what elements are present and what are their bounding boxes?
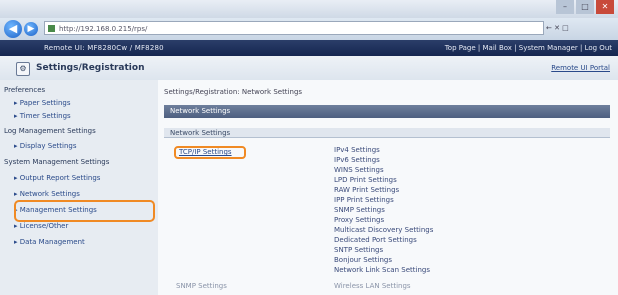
section-band: Network Settings <box>164 105 610 118</box>
proxy-settings-link[interactable]: Proxy Settings <box>334 216 534 225</box>
page-header: ⚙ Settings/Registration Remote UI Portal <box>0 56 618 81</box>
sidebar-item-network-settings[interactable]: ▸ Network Settings <box>14 188 172 200</box>
tcpip-settings-link[interactable]: TCP/IP Settings <box>174 146 246 159</box>
bonjour-settings-link[interactable]: Bonjour Settings <box>334 256 534 265</box>
raw-print-settings-link[interactable]: RAW Print Settings <box>334 186 534 195</box>
lpd-print-settings-link[interactable]: LPD Print Settings <box>334 176 534 185</box>
sidebar-heading-system-management: System Management Settings <box>4 158 110 166</box>
maximize-window-button[interactable]: □ <box>576 0 594 14</box>
page-intro: Settings/Registration: Network Settings <box>164 88 303 96</box>
settings-icon: ⚙ <box>16 62 30 76</box>
wins-settings-link[interactable]: WINS Settings <box>334 166 534 175</box>
sntp-settings-link[interactable]: SNTP Settings <box>334 246 534 255</box>
main-content: Settings/Registration: Network Settings … <box>158 80 618 295</box>
top-links[interactable]: Top Page | Mail Box | System Manager | L… <box>445 44 612 52</box>
app-title: Remote UI: MF8280Cw / MF8280 <box>44 44 164 52</box>
sidebar-heading-log-management: Log Management Settings <box>4 127 96 135</box>
network-settings-highlight <box>14 200 155 222</box>
snmp-settings-link[interactable]: SNMP Settings <box>334 206 534 215</box>
dedicated-port-settings-link[interactable]: Dedicated Port Settings <box>334 236 534 245</box>
browser-toolbar: ◀ ▶ http://192.168.0.215/rps/ ← ✕ □ <box>0 18 618 41</box>
site-icon <box>48 25 55 32</box>
app-header: Remote UI: MF8280Cw / MF8280 Top Page | … <box>0 40 618 56</box>
sidebar-item-data-management[interactable]: ▸ Data Management <box>14 236 172 248</box>
minimize-window-button[interactable]: – <box>556 0 574 14</box>
forward-button[interactable]: ▶ <box>24 22 38 36</box>
sidebar-item-timer-settings[interactable]: ▸ Timer Settings <box>14 110 172 122</box>
sidebar: Preferences ▸ Paper Settings ▸ Timer Set… <box>0 80 159 295</box>
sidebar-item-paper-settings[interactable]: ▸ Paper Settings <box>14 97 172 109</box>
refresh-stop-buttons[interactable]: ← ✕ □ <box>546 21 598 35</box>
browser-titlebar: – □ ✕ <box>0 0 618 18</box>
address-bar[interactable]: http://192.168.0.215/rps/ <box>44 21 544 35</box>
bottom-left-item[interactable]: SNMP Settings <box>176 282 227 290</box>
sidebar-item-output-report[interactable]: ▸ Output Report Settings <box>14 172 172 184</box>
section-header: Network Settings <box>164 128 610 138</box>
ipv6-settings-link[interactable]: IPv6 Settings <box>334 156 534 165</box>
ipp-print-settings-link[interactable]: IPP Print Settings <box>334 196 534 205</box>
ipv4-settings-link[interactable]: IPv4 Settings <box>334 146 534 155</box>
address-text: http://192.168.0.215/rps/ <box>59 25 148 33</box>
sidebar-heading-preferences: Preferences <box>4 86 46 94</box>
back-button[interactable]: ◀ <box>4 20 22 38</box>
sidebar-item-display-settings[interactable]: ▸ Display Settings <box>14 140 172 152</box>
bottom-right-item[interactable]: Wireless LAN Settings <box>334 282 411 290</box>
close-window-button[interactable]: ✕ <box>596 0 614 14</box>
page-title: Settings/Registration <box>36 63 145 73</box>
multicast-discovery-link[interactable]: Multicast Discovery Settings <box>334 226 534 235</box>
network-link-scan-link[interactable]: Network Link Scan Settings <box>334 266 534 275</box>
portal-link[interactable]: Remote UI Portal <box>551 64 610 72</box>
